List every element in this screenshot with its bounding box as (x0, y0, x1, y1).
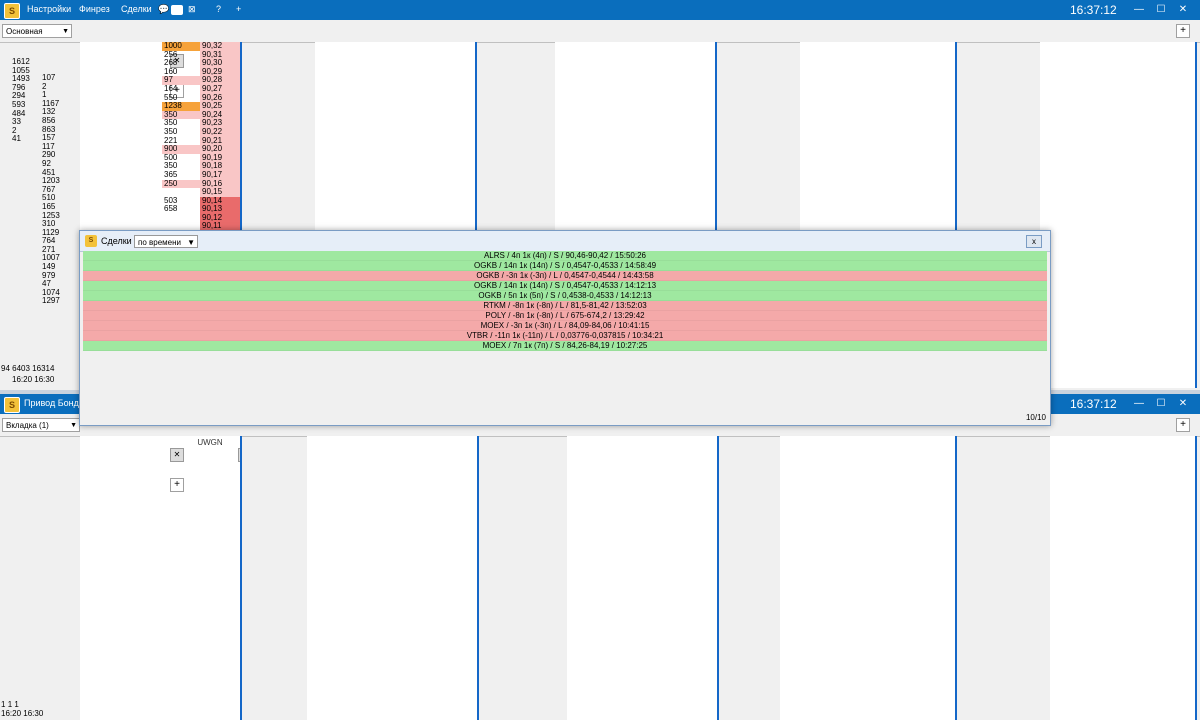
trade-row[interactable]: OGKB / 5п 1к (5п) / S / 0,4538-0,4533 / … (83, 291, 1047, 301)
left-qty-col2: 107 2 1 1167 132 856 863 157 117 290 92 451 1203 767 5… (40, 74, 68, 306)
panel-rtkm: RTKM✕⚙+-1,72%177200220178178125985028011… (307, 436, 479, 720)
menu-finrez[interactable]: Финрез (79, 4, 110, 14)
panel-uwgn: UWGN✕⚙+3005253407,0406,9406,8406,7406,64… (80, 436, 242, 720)
panel-close-icon[interactable]: ✕ (170, 448, 184, 462)
window-title: Привод Бонды (24, 398, 86, 408)
ticker-label: UWGN (197, 438, 223, 447)
foot-val: 1 (14, 700, 19, 709)
view-select-label: Вкладка (1) (6, 421, 49, 430)
trades-dialog-title: Сделки (101, 236, 132, 246)
bottom-foot-left: 1 1 1 (1, 700, 19, 709)
qty-cell: 1297 (42, 296, 60, 306)
qty-column: 1000 256 268 160 97 164 550 1238 350 350 350 221 900… (162, 42, 202, 214)
add-tab-button[interactable]: + (1176, 418, 1190, 432)
panel-msst: MSST✕⚙+19331718591821981,2781,2771,2761,… (1050, 436, 1197, 720)
foot-val: 16314 (32, 364, 55, 373)
panel-settings-icon[interactable]: ⚙ (238, 448, 240, 462)
trade-row[interactable]: MOEX / 7п 1к (7п) / S / 84,26-84,19 / 10… (83, 341, 1047, 351)
left-qty-col: 1612 1055 1493 796 294 593 484 33 2 41 (10, 58, 40, 144)
chat-icon[interactable]: 💬 (158, 4, 169, 15)
foot-time: 16:20 (12, 375, 33, 384)
view-select[interactable]: Основная ▼ (2, 24, 72, 38)
chevron-down-icon: ▼ (62, 28, 69, 35)
view-select[interactable]: Вкладка (1) ▼ (2, 418, 80, 432)
qty-cell: 658 (164, 204, 178, 214)
settings-icon[interactable]: ⊠ (188, 4, 196, 15)
add-tab-button[interactable]: + (1176, 24, 1190, 38)
minimize-icon[interactable]: — (1131, 3, 1147, 16)
panel-ogkb: OGKB✕⚙+200200300088515717744133606402020… (780, 436, 957, 720)
panel-rsti: RSTI✕⚙++2,00%203420172727517107307511,22… (1040, 42, 1197, 388)
trade-row[interactable]: VTBR / -11п 1к (-11п) / L / 0,03776-0,03… (83, 331, 1047, 341)
maximize-icon[interactable]: ☐ (1153, 3, 1169, 16)
trades-dialog: S Сделки по времени ▼ x ALRS / 4п 1к (4п)… (79, 230, 1051, 426)
trades-list: ALRS / 4п 1к (4п) / S / 90,46-90,42 / 15… (83, 251, 1047, 351)
qty-cell: 250 (162, 179, 202, 189)
chevron-down-icon: ▼ (70, 422, 77, 429)
clock: 16:37:12 (1070, 3, 1117, 17)
add-order-button[interactable]: + (170, 478, 184, 492)
trade-row[interactable]: OGKB / 14п 1к (14п) / S / 0,4547-0,4533 … (83, 261, 1047, 271)
close-icon[interactable]: ✕ (1175, 3, 1191, 16)
trade-row[interactable]: OGKB / 14п 1к (14п) / S / 0,4547-0,4533 … (83, 281, 1047, 291)
top-toolbar: Основная ▼ + (0, 20, 1200, 43)
trade-row[interactable]: RTKM / -8п 1к (-8п) / L / 81,5-81,42 / 1… (83, 301, 1047, 311)
bottom-window: S Привод Бонды 16:37:12 — ☐ ✕ Вкладка (1… (0, 394, 1200, 720)
trades-mode-label: по времени (138, 238, 181, 247)
close-icon[interactable]: ✕ (1175, 397, 1191, 410)
trades-dialog-titlebar: S Сделки по времени ▼ x (80, 231, 1050, 252)
foot-time: 16:30 (34, 375, 55, 384)
view-select-label: Основная (6, 27, 43, 36)
top-foot-times: 16:20 16:30 (12, 375, 54, 384)
menu-help[interactable]: ? (216, 4, 221, 14)
menu-trades[interactable]: Сделки (121, 4, 152, 14)
app-logo-icon: S (85, 235, 97, 247)
trades-dialog-close-button[interactable]: x (1026, 235, 1042, 248)
price-column: 90,32 90,31 90,30 90,29 90,28 90,27 90,26 90,25… (200, 42, 240, 232)
bottom-foot-times: 16:20 16:30 (1, 709, 43, 718)
foot-val: 6403 (12, 364, 30, 373)
qty-cell: 41 (12, 134, 21, 144)
panel-poly: POLY✕⚙+-1,90%271200113211121170345287400… (567, 436, 719, 720)
foot-val: 94 (1, 364, 10, 373)
foot-time: 16:30 (23, 709, 44, 718)
top-foot-left: 94 6403 16314 (1, 364, 54, 373)
top-titlebar: S Настройки Финрез Сделки 💬 ⊠ ? + 16:37:… (0, 0, 1200, 20)
maximize-icon[interactable]: ☐ (1153, 397, 1169, 410)
chevron-down-icon: ▼ (187, 238, 195, 247)
minimize-icon[interactable]: — (1131, 397, 1147, 410)
app-logo-icon: S (4, 3, 20, 19)
trade-row[interactable]: OGKB / -3п 1к (-3п) / L / 0,4547-0,4544 … (83, 271, 1047, 281)
foot-val: 1 (1, 700, 6, 709)
app-logo-icon: S (4, 397, 20, 413)
trade-row[interactable]: MOEX / -3п 1к (-3п) / L / 84,09-84,06 / … (83, 321, 1047, 331)
menu-settings[interactable]: Настройки (27, 4, 71, 14)
foot-val: 1 (7, 700, 13, 709)
foot-time: 16:20 (1, 709, 22, 718)
toggle-icon[interactable] (171, 5, 183, 15)
menu-add[interactable]: + (236, 4, 241, 14)
trade-row[interactable]: ALRS / 4п 1к (4п) / S / 90,46-90,42 / 15… (83, 251, 1047, 261)
trades-mode-select[interactable]: по времени ▼ (134, 235, 198, 248)
trades-count: 10/10 (1025, 413, 1046, 422)
trade-row[interactable]: POLY / -8п 1к (-8п) / L / 675-674,2 / 13… (83, 311, 1047, 321)
clock: 16:37:12 (1070, 397, 1117, 411)
